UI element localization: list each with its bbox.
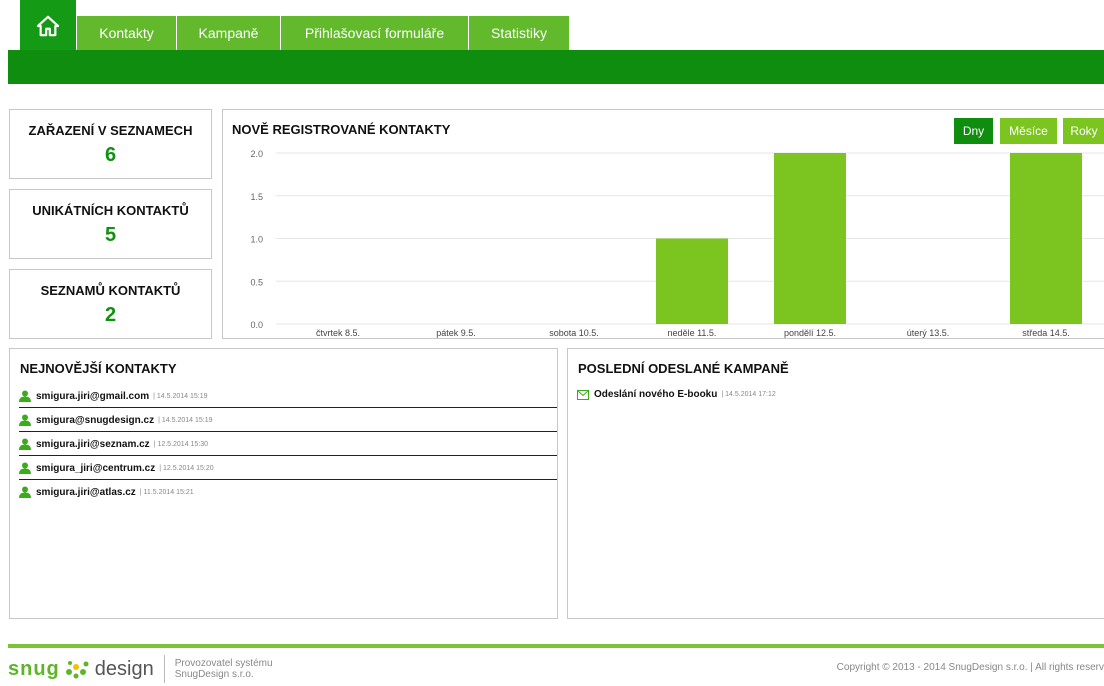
tab-statistiky[interactable]: Statistiky [469, 16, 570, 50]
x-tick-label: středa 14.5. [1022, 328, 1070, 338]
contact-email[interactable]: smigura.jiri@seznam.cz [36, 439, 150, 450]
person-icon [19, 414, 31, 426]
period-months-button[interactable]: Měsíce [1000, 118, 1057, 144]
last-campaigns-panel: POSLEDNÍ ODESLANÉ KAMPANĚ Odeslání novéh… [567, 348, 1104, 619]
campaign-item[interactable]: Odeslání nového E-booku | 14.5.2014 17:1… [577, 389, 776, 400]
contact-row[interactable]: smigura@snugdesign.cz | 14.5.2014 15:19 [19, 409, 557, 432]
logo-dots-icon [65, 661, 89, 679]
chart-title: NOVĚ REGISTROVANÉ KONTAKTY [232, 122, 451, 137]
contact-date: | 14.5.2014 15:19 [158, 416, 213, 424]
person-icon [19, 390, 31, 402]
footer-line [8, 644, 1104, 648]
contact-row[interactable]: smigura.jiri@atlas.cz | 11.5.2014 15:21 [19, 481, 557, 503]
y-tick-label: 1.0 [250, 235, 263, 245]
stat-box-unique-contacts: UNIKÁTNÍCH KONTAKTŮ 5 [9, 189, 212, 259]
tab-kampane[interactable]: Kampaně [177, 16, 281, 50]
person-icon [19, 486, 31, 498]
panel-title: NEJNOVĚJŠÍ KONTAKTY [20, 361, 177, 376]
y-tick-label: 1.5 [250, 192, 263, 202]
logo-divider [163, 655, 165, 683]
contact-email[interactable]: smigura.jiri@atlas.cz [36, 487, 136, 498]
period-days-button[interactable]: Dny [954, 118, 993, 144]
operator-line-2: SnugDesign s.r.o. [174, 669, 254, 680]
person-icon [19, 462, 31, 474]
chart-panel: 0.0 0.5 1.0 1.5 2.0 čtvrtek 8.5. pátek 9.5. sob… [222, 109, 1104, 339]
stat-label: UNIKÁTNÍCH KONTAKTŮ [32, 203, 189, 218]
x-tick-label: úterý 13.5. [907, 328, 950, 338]
contact-date: | 11.5.2014 15:21 [139, 488, 194, 496]
contact-row[interactable]: smigura_jiri@centrum.cz | 12.5.2014 15:20 [19, 457, 557, 480]
contact-date: | 12.5.2014 15:30 [153, 440, 209, 448]
stat-value: 2 [104, 304, 117, 326]
stat-label: ZAŘAZENÍ V SEZNAMECH [28, 123, 193, 138]
contact-email[interactable]: smigura_jiri@centrum.cz [36, 463, 155, 474]
stat-label: SEZNAMŮ KONTAKTŮ [40, 283, 181, 298]
newest-contacts-panel: NEJNOVĚJŠÍ KONTAKTY smigura.jiri@gmail.c… [9, 348, 558, 619]
y-tick-label: 0.5 [250, 277, 263, 287]
tab-prihlasovaci-formulare[interactable]: Přihlašovací formuláře [281, 16, 469, 50]
chart-bar [774, 153, 846, 324]
tab-kontakty[interactable]: Kontakty [77, 16, 177, 50]
x-tick-label: neděle 11.5. [668, 328, 717, 338]
top-navigation: Kontakty Kampaně Přihlašovací formuláře … [0, 0, 1104, 52]
operator-text: Provozovatel systému SnugDesign s.r.o. [175, 658, 273, 680]
x-tick-label: čtvrtek 8.5. [316, 328, 360, 338]
contact-date: | 14.5.2014 15:19 [153, 392, 208, 400]
panel-title: POSLEDNÍ ODESLANÉ KAMPANĚ [578, 361, 789, 376]
x-tick-label: pondělí 12.5. [784, 328, 836, 338]
contact-date: | 12.5.2014 15:20 [159, 464, 214, 472]
chart-bar [1010, 153, 1082, 324]
contact-row[interactable]: smigura.jiri@gmail.com | 14.5.2014 15:19 [19, 385, 557, 408]
registrations-chart: 0.0 0.5 1.0 1.5 2.0 čtvrtek 8.5. pátek 9.5. sob… [250, 149, 1104, 338]
operator-line-1: Provozovatel systému [174, 658, 273, 669]
period-years-button[interactable]: Roky [1063, 118, 1104, 144]
contact-email[interactable]: smigura@snugdesign.cz [36, 415, 154, 426]
campaign-name[interactable]: Odeslání nového E-booku [594, 389, 717, 400]
home-tab[interactable] [20, 0, 76, 52]
home-icon [37, 15, 59, 37]
envelope-icon [577, 389, 589, 400]
y-tick-label: 0.0 [250, 320, 263, 330]
stat-value: 6 [104, 144, 117, 166]
stat-box-contact-lists: SEZNAMŮ KONTAKTŮ 2 [9, 269, 212, 339]
stat-box-list-assignments: ZAŘAZENÍ V SEZNAMECH 6 [9, 109, 212, 179]
logo-design-text: design [94, 657, 154, 680]
header-bar [8, 50, 1104, 84]
contact-row[interactable]: smigura.jiri@seznam.cz | 12.5.2014 15:30 [19, 433, 557, 456]
contact-email[interactable]: smigura.jiri@gmail.com [36, 391, 149, 402]
person-icon [19, 438, 31, 450]
copyright-text: Copyright © 2013 - 2014 SnugDesign s.r.o… [836, 662, 1104, 673]
x-tick-label: sobota 10.5. [549, 328, 599, 338]
stat-value: 5 [104, 224, 117, 246]
y-tick-label: 2.0 [250, 149, 263, 159]
x-tick-label: pátek 9.5. [436, 328, 476, 338]
chart-bar [656, 238, 728, 324]
campaign-date: | 14.5.2014 17:12 [721, 391, 776, 398]
logo-snug-text: snug [8, 657, 60, 680]
snugdesign-logo: snug design Provozovatel systému SnugDes… [8, 655, 273, 683]
